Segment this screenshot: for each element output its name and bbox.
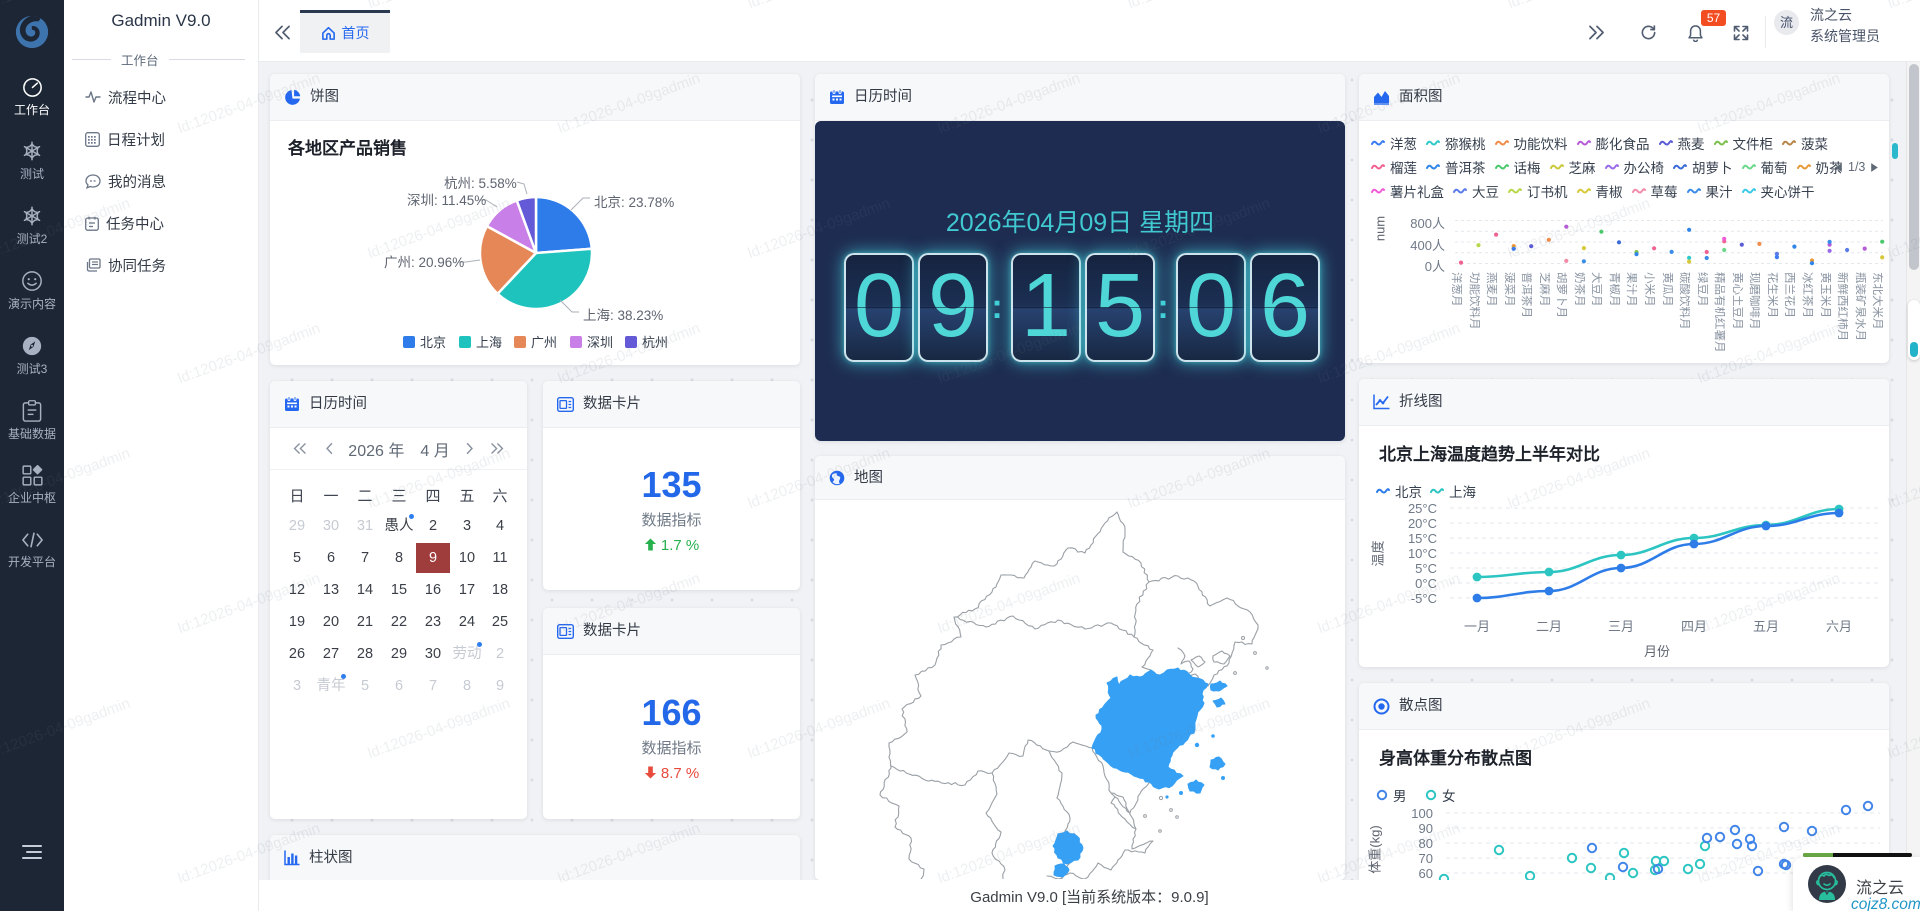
svg-text:北京: 23.78%: 北京: 23.78% — [594, 195, 674, 210]
svg-text:杭州: 5.58%: 杭州: 5.58% — [444, 176, 517, 191]
svg-text:上海: 38.23%: 上海: 38.23% — [583, 308, 663, 323]
svg-text:广州: 20.96%: 广州: 20.96% — [384, 255, 464, 270]
svg-text:广州: 广州 — [531, 335, 557, 350]
svg-text:深圳: 深圳 — [587, 335, 613, 350]
svg-text:北京: 北京 — [420, 335, 446, 350]
svg-text:杭州: 杭州 — [642, 335, 668, 350]
svg-text:深圳: 11.45%: 深圳: 11.45% — [407, 193, 486, 208]
svg-text:上海: 上海 — [476, 335, 502, 350]
